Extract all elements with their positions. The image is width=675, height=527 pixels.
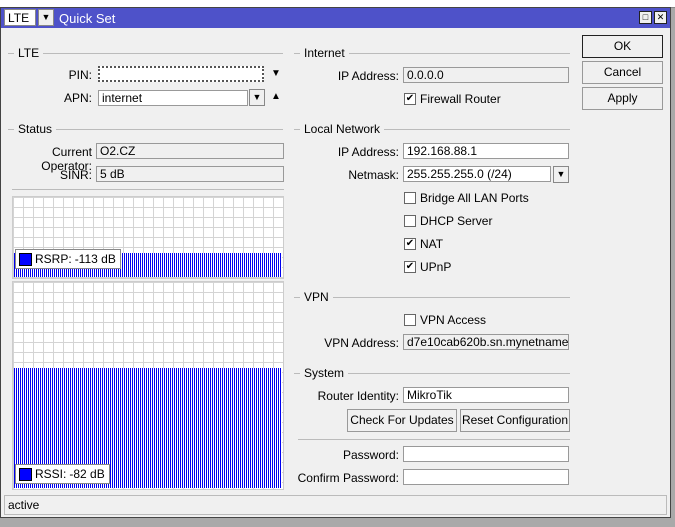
- system-section-header: System: [294, 366, 570, 380]
- rssi-legend: RSSI: -82 dB: [15, 464, 110, 484]
- password-label: Password:: [342, 448, 399, 462]
- firewall-checkbox[interactable]: ✔: [404, 93, 416, 105]
- apn-input[interactable]: internet: [98, 90, 248, 106]
- internet-section-header: Internet: [294, 46, 570, 60]
- bridge-label: Bridge All LAN Ports: [420, 191, 529, 205]
- pin-label: PIN:: [68, 68, 92, 82]
- identity-label: Router Identity:: [317, 389, 399, 403]
- rsrp-value: -113 dB: [74, 252, 116, 266]
- apply-button[interactable]: Apply: [582, 87, 663, 110]
- netmask-input[interactable]: 255.255.255.0 (/24): [403, 166, 551, 182]
- rssi-value: -82 dB: [69, 467, 105, 481]
- pin-input[interactable]: [98, 66, 264, 82]
- quick-set-window: LTE ▼ Quick Set □ ✕ LTE PIN: ▼ APN: inte…: [0, 7, 671, 518]
- dhcp-label: DHCP Server: [420, 214, 493, 228]
- mode-select[interactable]: LTE: [4, 9, 36, 26]
- password-input[interactable]: [403, 446, 569, 462]
- local-section-header: Local Network: [294, 122, 570, 136]
- reset-configuration-button[interactable]: Reset Configuration: [460, 409, 570, 432]
- confirm-password-input[interactable]: [403, 469, 569, 485]
- upnp-checkbox[interactable]: ✔: [404, 261, 416, 273]
- status-section-header: Status: [8, 122, 283, 136]
- collapse-down-icon[interactable]: ▼: [271, 68, 281, 79]
- sinr-value: 5 dB: [96, 166, 284, 182]
- sinr-label: SINR:: [59, 168, 92, 182]
- mode-dropdown-icon[interactable]: ▼: [38, 9, 54, 26]
- netmask-dropdown-icon[interactable]: ▼: [553, 166, 569, 183]
- rssi-swatch: [19, 467, 32, 481]
- vpn-address-value: d7e10cab620b.sn.mynetname.net: [403, 334, 569, 350]
- divider: [12, 189, 284, 190]
- bridge-checkbox[interactable]: [404, 192, 416, 204]
- operator-value: O2.CZ: [96, 143, 284, 159]
- confirm-password-label: Confirm Password:: [297, 471, 399, 485]
- window-title: Quick Set: [59, 11, 116, 26]
- local-ip-label: IP Address:: [337, 145, 399, 159]
- dhcp-checkbox[interactable]: [404, 215, 416, 227]
- rsrp-swatch: [19, 252, 32, 266]
- apn-label: APN:: [63, 91, 92, 105]
- vpn-access-checkbox[interactable]: [404, 314, 416, 326]
- status-bar: active: [4, 495, 667, 515]
- close-icon[interactable]: ✕: [654, 11, 667, 24]
- rsrp-legend: RSRP: -113 dB: [15, 249, 121, 269]
- internet-ip-value: 0.0.0.0: [403, 67, 569, 83]
- title-bar[interactable]: LTE ▼ Quick Set □ ✕: [1, 8, 670, 28]
- nat-checkbox[interactable]: ✔: [404, 238, 416, 250]
- internet-ip-label: IP Address:: [337, 69, 399, 83]
- rsrp-graph: RSRP: -113 dB: [12, 196, 284, 279]
- rssi-graph: RSSI: -82 dB: [12, 281, 284, 490]
- divider: [298, 439, 570, 440]
- cancel-button[interactable]: Cancel: [582, 61, 663, 84]
- identity-input[interactable]: MikroTik: [403, 387, 569, 403]
- lte-section-header: LTE: [8, 46, 283, 60]
- ok-button[interactable]: OK: [582, 35, 663, 58]
- local-ip-input[interactable]: 192.168.88.1: [403, 143, 569, 159]
- check-updates-button[interactable]: Check For Updates: [347, 409, 457, 432]
- vpn-section-header: VPN: [294, 290, 570, 304]
- firewall-label: Firewall Router: [420, 92, 501, 106]
- nat-label: NAT: [420, 237, 444, 251]
- restore-icon[interactable]: □: [639, 11, 652, 24]
- rsrp-label: RSRP:: [35, 252, 72, 266]
- vpn-address-label: VPN Address:: [324, 336, 399, 350]
- collapse-up-icon[interactable]: ▲: [271, 91, 281, 102]
- rssi-label: RSSI:: [35, 467, 67, 481]
- apn-dropdown-icon[interactable]: ▼: [249, 89, 265, 106]
- upnp-label: UPnP: [420, 260, 452, 274]
- netmask-label: Netmask:: [348, 168, 399, 182]
- vpn-access-label: VPN Access: [420, 313, 487, 327]
